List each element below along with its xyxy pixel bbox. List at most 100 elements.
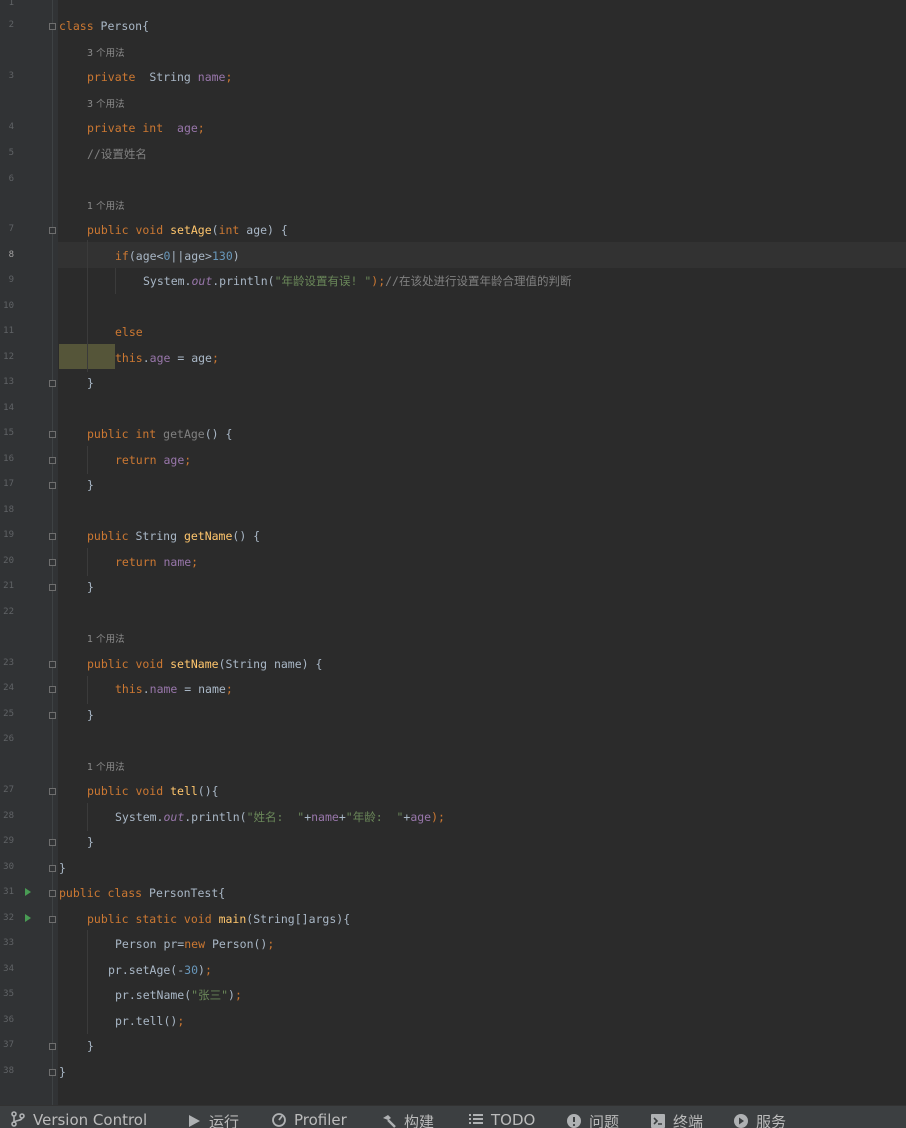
run-icon[interactable]: [25, 888, 31, 896]
code-line[interactable]: }: [59, 860, 66, 876]
line-number: 29: [3, 836, 14, 846]
tool-label: 问题: [589, 1113, 620, 1128]
code-line[interactable]: }: [87, 834, 94, 850]
tool-profiler[interactable]: Profiler: [271, 1111, 347, 1128]
line-number: 20: [3, 556, 14, 566]
fold-marker[interactable]: [49, 661, 56, 668]
code-line[interactable]: public static void main(String[]args){: [87, 911, 350, 927]
warning-icon: [566, 1113, 582, 1128]
code-line[interactable]: //设置姓名: [87, 146, 147, 162]
tool-run[interactable]: 运行: [186, 1111, 239, 1128]
usages-hint[interactable]: 1 个用法: [87, 631, 125, 645]
fold-marker[interactable]: [49, 431, 56, 438]
code-line[interactable]: }: [87, 1038, 94, 1054]
line-number: 3: [8, 71, 14, 81]
tool-label: 运行: [209, 1113, 240, 1128]
line-number: 19: [3, 530, 14, 540]
line-number: 7: [8, 224, 14, 234]
line-number: 6: [8, 174, 14, 184]
code-line[interactable]: return age;: [115, 452, 191, 468]
code-line[interactable]: public class PersonTest{: [59, 885, 225, 901]
fold-marker[interactable]: [49, 1069, 56, 1076]
tool-label: 终端: [673, 1113, 704, 1128]
line-number: 28: [3, 811, 14, 821]
terminal-icon: [650, 1113, 666, 1128]
hammer-icon: [381, 1113, 397, 1128]
code-line[interactable]: Person pr=new Person();: [115, 936, 274, 952]
fold-marker[interactable]: [49, 584, 56, 591]
fold-marker[interactable]: [49, 23, 56, 30]
code-line[interactable]: pr.setAge(-30);: [108, 962, 212, 978]
code-line[interactable]: public void setAge(int age) {: [87, 222, 288, 238]
usages-hint[interactable]: 3 个用法: [87, 96, 125, 110]
fold-marker[interactable]: [49, 788, 56, 795]
tool-label: 服务: [756, 1113, 787, 1128]
line-number: 27: [3, 785, 14, 795]
line-number: 32: [3, 913, 14, 923]
fold-marker[interactable]: [49, 227, 56, 234]
line-number: 5: [8, 148, 14, 158]
code-line[interactable]: }: [87, 579, 94, 595]
code-line[interactable]: }: [87, 707, 94, 723]
indent-guide: [87, 676, 88, 704]
code-line[interactable]: }: [87, 375, 94, 391]
fold-marker[interactable]: [49, 865, 56, 872]
line-number: 2: [8, 20, 14, 30]
tool-version-control[interactable]: Version Control: [10, 1111, 147, 1128]
fold-marker[interactable]: [49, 916, 56, 923]
indent-guide: [87, 930, 88, 1034]
fold-marker[interactable]: [49, 457, 56, 464]
tool-problems[interactable]: 问题: [566, 1111, 619, 1128]
line-number-current: 8: [8, 250, 14, 260]
fold-marker[interactable]: [49, 482, 56, 489]
code-line[interactable]: System.out.println("年龄设置有误! ");//在该处进行设置…: [143, 273, 571, 289]
fold-guide-line: [52, 0, 53, 1105]
fold-marker[interactable]: [49, 839, 56, 846]
usages-hint[interactable]: 1 个用法: [87, 198, 125, 212]
code-line-current[interactable]: if(age<0||age>130): [115, 248, 240, 264]
code-line[interactable]: public int getAge() {: [87, 426, 232, 442]
code-line[interactable]: this.name = name;: [115, 681, 233, 697]
code-line[interactable]: private int age;: [87, 120, 205, 136]
fold-marker[interactable]: [49, 1043, 56, 1050]
run-icon[interactable]: [25, 914, 31, 922]
code-line[interactable]: this.age = age;: [115, 350, 219, 366]
code-line[interactable]: public void setName(String name) {: [87, 656, 322, 672]
usages-hint[interactable]: 3 个用法: [87, 45, 125, 59]
tool-terminal[interactable]: 终端: [650, 1111, 703, 1128]
line-number: 38: [3, 1066, 14, 1076]
fold-marker[interactable]: [49, 686, 56, 693]
fold-marker[interactable]: [49, 712, 56, 719]
line-number: 18: [3, 505, 14, 515]
tool-services[interactable]: 服务: [733, 1111, 786, 1128]
code-line[interactable]: private String name;: [87, 69, 232, 85]
tool-build[interactable]: 构建: [381, 1111, 434, 1128]
code-line[interactable]: class Person{: [59, 18, 149, 34]
code-editor[interactable]: 1 2 3 4 5 6 7 8 9 10 11 12 13 14 15 16 1…: [0, 0, 906, 1105]
code-line[interactable]: public void tell(){: [87, 783, 219, 799]
line-number: 35: [3, 989, 14, 999]
code-line[interactable]: return name;: [115, 554, 198, 570]
tool-label: TODO: [491, 1111, 536, 1128]
line-number: 1: [8, 0, 14, 8]
usages-hint[interactable]: 1 个用法: [87, 759, 125, 773]
tool-todo[interactable]: TODO: [468, 1111, 535, 1128]
code-line[interactable]: }: [59, 1064, 66, 1080]
branch-icon: [10, 1111, 26, 1127]
fold-marker[interactable]: [49, 380, 56, 387]
fold-marker[interactable]: [49, 533, 56, 540]
code-line[interactable]: public String getName() {: [87, 528, 260, 544]
code-line[interactable]: }: [87, 477, 94, 493]
line-number: 10: [3, 301, 14, 311]
fold-marker[interactable]: [49, 559, 56, 566]
line-number: 31: [3, 887, 14, 897]
code-line[interactable]: pr.tell();: [115, 1013, 184, 1029]
line-number: 25: [3, 709, 14, 719]
code-line[interactable]: System.out.println("姓名: "+name+"年龄: "+ag…: [115, 809, 445, 825]
code-line[interactable]: pr.setName("张三");: [115, 987, 242, 1003]
line-number: 36: [3, 1015, 14, 1025]
code-line[interactable]: else: [115, 324, 143, 340]
fold-marker[interactable]: [49, 890, 56, 897]
indent-guide: [87, 446, 88, 474]
line-number: 12: [3, 352, 14, 362]
